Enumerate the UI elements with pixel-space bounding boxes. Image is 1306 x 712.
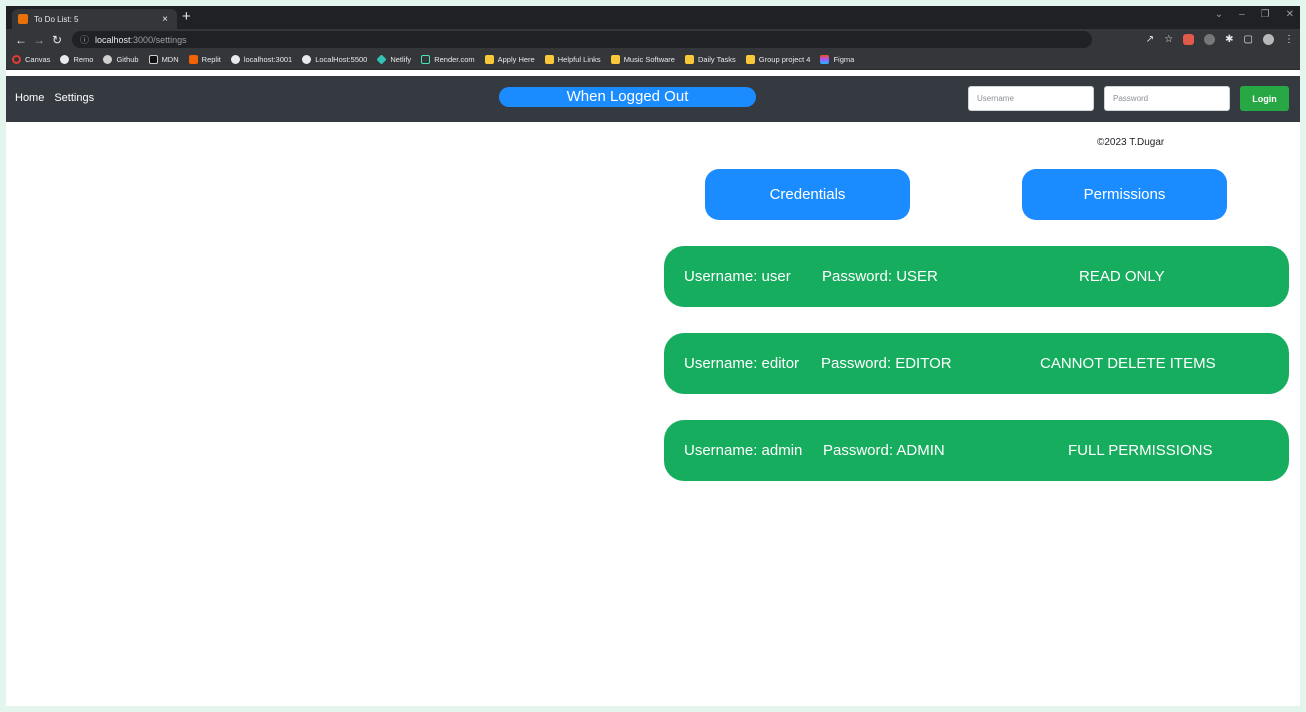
bookmark-daily-tasks[interactable]: Daily Tasks	[684, 55, 736, 64]
password-text: Password: EDITOR	[821, 355, 952, 372]
browser-toolbar: ← → ↻ ⓘ localhost :3000/settings ↗ ☆ ✱ ▢…	[6, 29, 1300, 50]
url-host: localhost	[95, 34, 131, 45]
bookmark-helpful-links[interactable]: Helpful Links	[544, 55, 601, 64]
toolbar-actions: ↗ ☆ ✱ ▢ ⋮	[1146, 34, 1294, 45]
render-icon	[421, 55, 431, 64]
login-button[interactable]: Login	[1240, 86, 1289, 111]
credential-row: Username: user Password: USER READ ONLY	[664, 246, 1289, 307]
folder-icon	[610, 55, 620, 64]
globe-icon	[302, 55, 312, 64]
netlify-icon	[376, 54, 387, 65]
logged-out-status-pill: When Logged Out	[499, 87, 756, 107]
bookmark-remo[interactable]: Remo	[60, 55, 93, 64]
share-icon[interactable]: ↗	[1146, 34, 1154, 45]
address-bar[interactable]: ⓘ localhost :3000/settings	[72, 31, 1092, 48]
close-window-icon[interactable]: ✕	[1286, 9, 1294, 20]
bookmark-netlify[interactable]: Netlify	[376, 54, 411, 65]
password-text: Password: ADMIN	[823, 442, 945, 459]
bookmark-group-project-4[interactable]: Group project 4	[745, 55, 810, 64]
globe-icon	[230, 55, 240, 64]
bookmark-canvas[interactable]: Canvas	[12, 55, 50, 64]
bookmark-replit[interactable]: Replit	[188, 55, 221, 64]
site-info-icon[interactable]: ⓘ	[80, 33, 89, 46]
permission-text: CANNOT DELETE ITEMS	[1040, 355, 1216, 372]
permission-text: READ ONLY	[1079, 268, 1165, 285]
bookmark-music-software[interactable]: Music Software	[610, 55, 675, 64]
mdn-icon	[148, 55, 158, 64]
new-tab-button[interactable]: +	[182, 8, 191, 26]
folder-icon	[544, 55, 554, 64]
password-input[interactable]	[1104, 86, 1230, 111]
extensions-puzzle-icon[interactable]: ✱	[1225, 34, 1233, 45]
bookmark-apply-here[interactable]: Apply Here	[484, 55, 535, 64]
folder-icon	[484, 55, 494, 64]
tab-title: To Do List: 5	[34, 14, 79, 24]
username-text: Username: admin	[684, 442, 803, 459]
back-arrow-icon[interactable]: ←	[12, 33, 30, 47]
reload-icon[interactable]: ↻	[48, 33, 66, 47]
replit-icon	[188, 55, 198, 64]
restore-icon[interactable]: ❐	[1261, 9, 1270, 20]
bookmark-mdn[interactable]: MDN	[148, 55, 179, 64]
globe-icon	[60, 55, 70, 64]
profile-avatar[interactable]	[1263, 34, 1274, 45]
todo-favicon-icon	[18, 14, 28, 24]
extension-icon[interactable]	[1204, 34, 1216, 45]
browser-window: To Do List: 5 × + ⌄ – ❐ ✕ ← → ↻ ⓘ localh…	[6, 6, 1300, 706]
tab-search-icon[interactable]: ⌄	[1215, 9, 1223, 20]
permission-text: FULL PERMISSIONS	[1068, 442, 1213, 459]
bookmark-star-icon[interactable]: ☆	[1164, 34, 1173, 45]
window-controls: ⌄ – ❐ ✕	[1215, 9, 1294, 20]
github-icon	[103, 55, 113, 64]
tab-strip: To Do List: 5 × + ⌄ – ❐ ✕	[6, 6, 1300, 29]
nav-links: Home Settings	[15, 92, 94, 104]
forward-arrow-icon[interactable]: →	[30, 33, 48, 47]
credential-row: Username: admin Password: ADMIN FULL PER…	[664, 420, 1289, 481]
bookmark-github[interactable]: Github	[103, 55, 139, 64]
copyright-text: ©2023 T.Dugar	[1097, 137, 1165, 148]
nav-home-link[interactable]: Home	[15, 92, 44, 104]
figma-icon	[820, 55, 830, 64]
username-text: Username: user	[684, 268, 791, 285]
menu-kebab-icon[interactable]: ⋮	[1284, 34, 1294, 45]
folder-icon	[745, 55, 755, 64]
canvas-icon	[12, 55, 21, 64]
side-panel-icon[interactable]: ▢	[1244, 34, 1253, 45]
permissions-heading-button: Permissions	[1022, 169, 1227, 220]
bookmark-localhost-3001[interactable]: localhost:3001	[230, 55, 292, 64]
minimize-icon[interactable]: –	[1239, 9, 1245, 20]
username-text: Username: editor	[684, 355, 800, 372]
url-path: :3000/settings	[130, 34, 187, 45]
folder-icon	[684, 55, 694, 64]
bookmark-localhost-5500[interactable]: LocalHost:5500	[302, 55, 367, 64]
credential-row: Username: editor Password: EDITOR CANNOT…	[664, 333, 1289, 394]
extension-icon[interactable]	[1183, 34, 1195, 45]
bookmark-render[interactable]: Render.com	[421, 55, 475, 64]
tab-close-icon[interactable]: ×	[159, 14, 171, 25]
nav-settings-link[interactable]: Settings	[54, 92, 94, 104]
credentials-heading-button: Credentials	[705, 169, 910, 220]
bookmarks-bar: Canvas Remo Github MDN Replit localhost:…	[6, 50, 1300, 70]
bookmark-figma[interactable]: Figma	[820, 55, 854, 64]
browser-tab[interactable]: To Do List: 5 ×	[12, 9, 177, 29]
app-navbar: Home Settings When Logged Out Login	[6, 76, 1300, 122]
username-input[interactable]	[968, 86, 1094, 111]
password-text: Password: USER	[822, 268, 938, 285]
